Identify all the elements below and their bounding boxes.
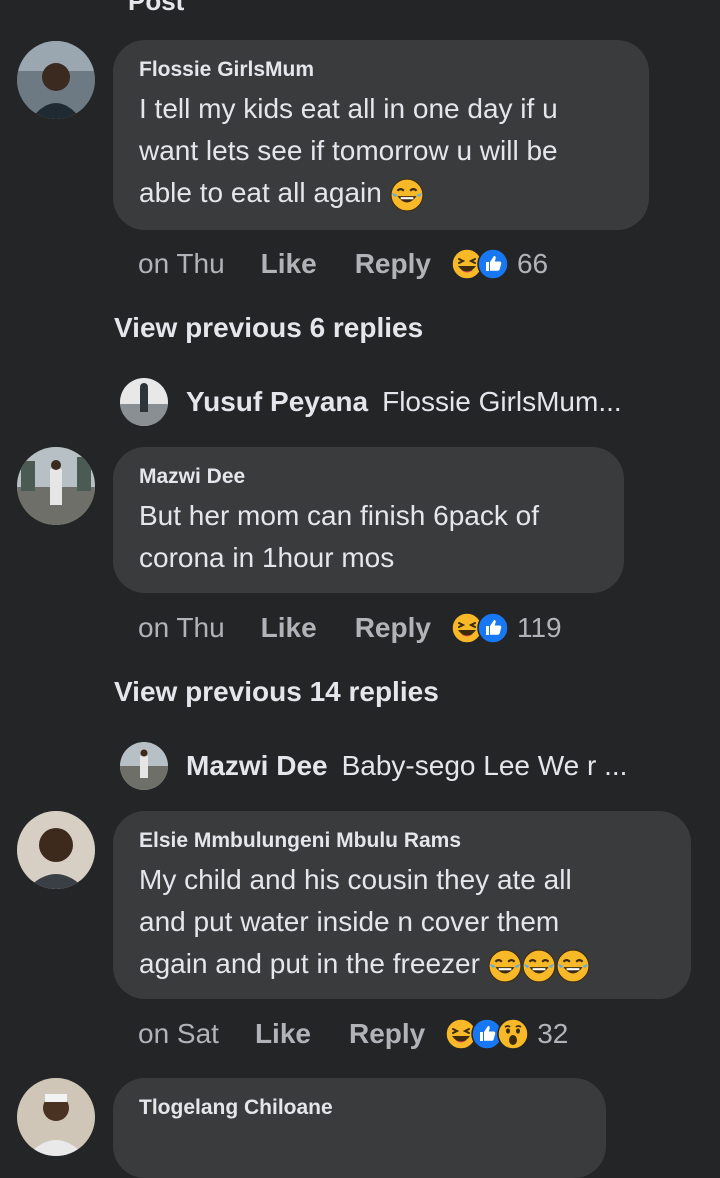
comment-bubble[interactable]: Mazwi Dee But her mom can finish 6pack o…	[113, 447, 624, 593]
reply-snippet: Flossie GirlsMum...	[382, 386, 622, 417]
reaction-count[interactable]: 32	[537, 1018, 568, 1050]
comment-line: But her mom can finish 6pack of	[139, 500, 539, 531]
comment-line-text: again and put in the freezer	[139, 948, 480, 979]
reaction-summary[interactable]	[445, 1018, 529, 1050]
comment-time[interactable]: on Sat	[138, 1018, 219, 1050]
comment-author[interactable]: Tlogelang Chiloane	[139, 1096, 580, 1120]
avatar-photo	[17, 1078, 95, 1156]
reply-snippet: Baby-sego Lee We r ...	[341, 750, 628, 781]
tears-of-joy-emoji-icon	[522, 949, 556, 983]
reply-button[interactable]: Reply	[349, 1018, 425, 1050]
avatar-yusuf[interactable]	[120, 378, 168, 426]
like-icon	[477, 612, 509, 644]
reply-author[interactable]: Mazwi Dee	[186, 750, 328, 782]
wow-icon	[497, 1018, 529, 1050]
avatar-mazwi[interactable]	[17, 447, 95, 525]
comment-author[interactable]: Mazwi Dee	[139, 465, 598, 489]
comment-line: My child and his cousin they ate all	[139, 864, 572, 895]
avatar-tlogelang[interactable]	[17, 1078, 95, 1156]
comment-line: corona in 1hour mos	[139, 542, 395, 573]
reply-preview[interactable]: Mazwi Dee Baby-sego Lee We r ...	[120, 740, 627, 792]
comment-text: I tell my kids eat all in one day if u w…	[139, 88, 623, 214]
view-previous-replies[interactable]: View previous 14 replies	[114, 676, 439, 708]
like-button[interactable]: Like	[261, 612, 317, 644]
comment-line: able to eat all again	[139, 172, 623, 214]
comment-actions: on Thu Like Reply 66	[138, 244, 548, 284]
post-title: Post	[128, 0, 185, 16]
comment-line-text: able to eat all again	[139, 177, 382, 208]
avatar-photo	[17, 447, 95, 525]
tears-of-joy-emoji-icon	[556, 949, 590, 983]
avatar-elsie[interactable]	[17, 811, 95, 889]
reply-author[interactable]: Yusuf Peyana	[186, 386, 368, 418]
comment-author[interactable]: Elsie Mmbulungeni Mbulu Rams	[139, 829, 665, 853]
reaction-summary[interactable]	[451, 612, 509, 644]
like-button[interactable]: Like	[261, 248, 317, 280]
comment-text: But her mom can finish 6pack of corona i…	[139, 495, 598, 579]
reply-button[interactable]: Reply	[355, 248, 431, 280]
view-previous-replies[interactable]: View previous 6 replies	[114, 312, 423, 344]
like-button[interactable]: Like	[255, 1018, 311, 1050]
comment-line: again and put in the freezer	[139, 943, 665, 985]
reply-button[interactable]: Reply	[355, 612, 431, 644]
reply-preview[interactable]: Yusuf Peyana Flossie GirlsMum...	[120, 376, 622, 428]
avatar-mazwi-small[interactable]	[120, 742, 168, 790]
rofl-emoji-icon	[390, 178, 424, 212]
comment-line: want lets see if tomorrow u will be	[139, 135, 558, 166]
avatar-photo	[120, 378, 168, 426]
comment-time[interactable]: on Thu	[138, 248, 225, 280]
avatar-flossie[interactable]	[17, 41, 95, 119]
reaction-count[interactable]: 119	[517, 612, 562, 644]
avatar-photo	[120, 742, 168, 790]
comment-actions: on Sat Like Reply 32	[138, 1014, 568, 1054]
reaction-summary[interactable]	[451, 248, 509, 280]
comment-time[interactable]: on Thu	[138, 612, 225, 644]
tears-of-joy-emoji-icon	[488, 949, 522, 983]
comment-line: I tell my kids eat all in one day if u	[139, 93, 558, 124]
comment-actions: on Thu Like Reply 119	[138, 608, 562, 648]
comment-line: and put water inside n cover them	[139, 906, 560, 937]
comment-author[interactable]: Flossie GirlsMum	[139, 58, 623, 82]
comment-text: My child and his cousin they ate all and…	[139, 859, 665, 985]
comment-bubble[interactable]: Elsie Mmbulungeni Mbulu Rams My child an…	[113, 811, 691, 999]
avatar-photo	[17, 41, 95, 119]
reaction-count[interactable]: 66	[517, 248, 548, 280]
comment-bubble[interactable]: Flossie GirlsMum I tell my kids eat all …	[113, 40, 649, 230]
avatar-photo	[17, 811, 95, 889]
comment-bubble[interactable]: Tlogelang Chiloane	[113, 1078, 606, 1178]
like-icon	[477, 248, 509, 280]
